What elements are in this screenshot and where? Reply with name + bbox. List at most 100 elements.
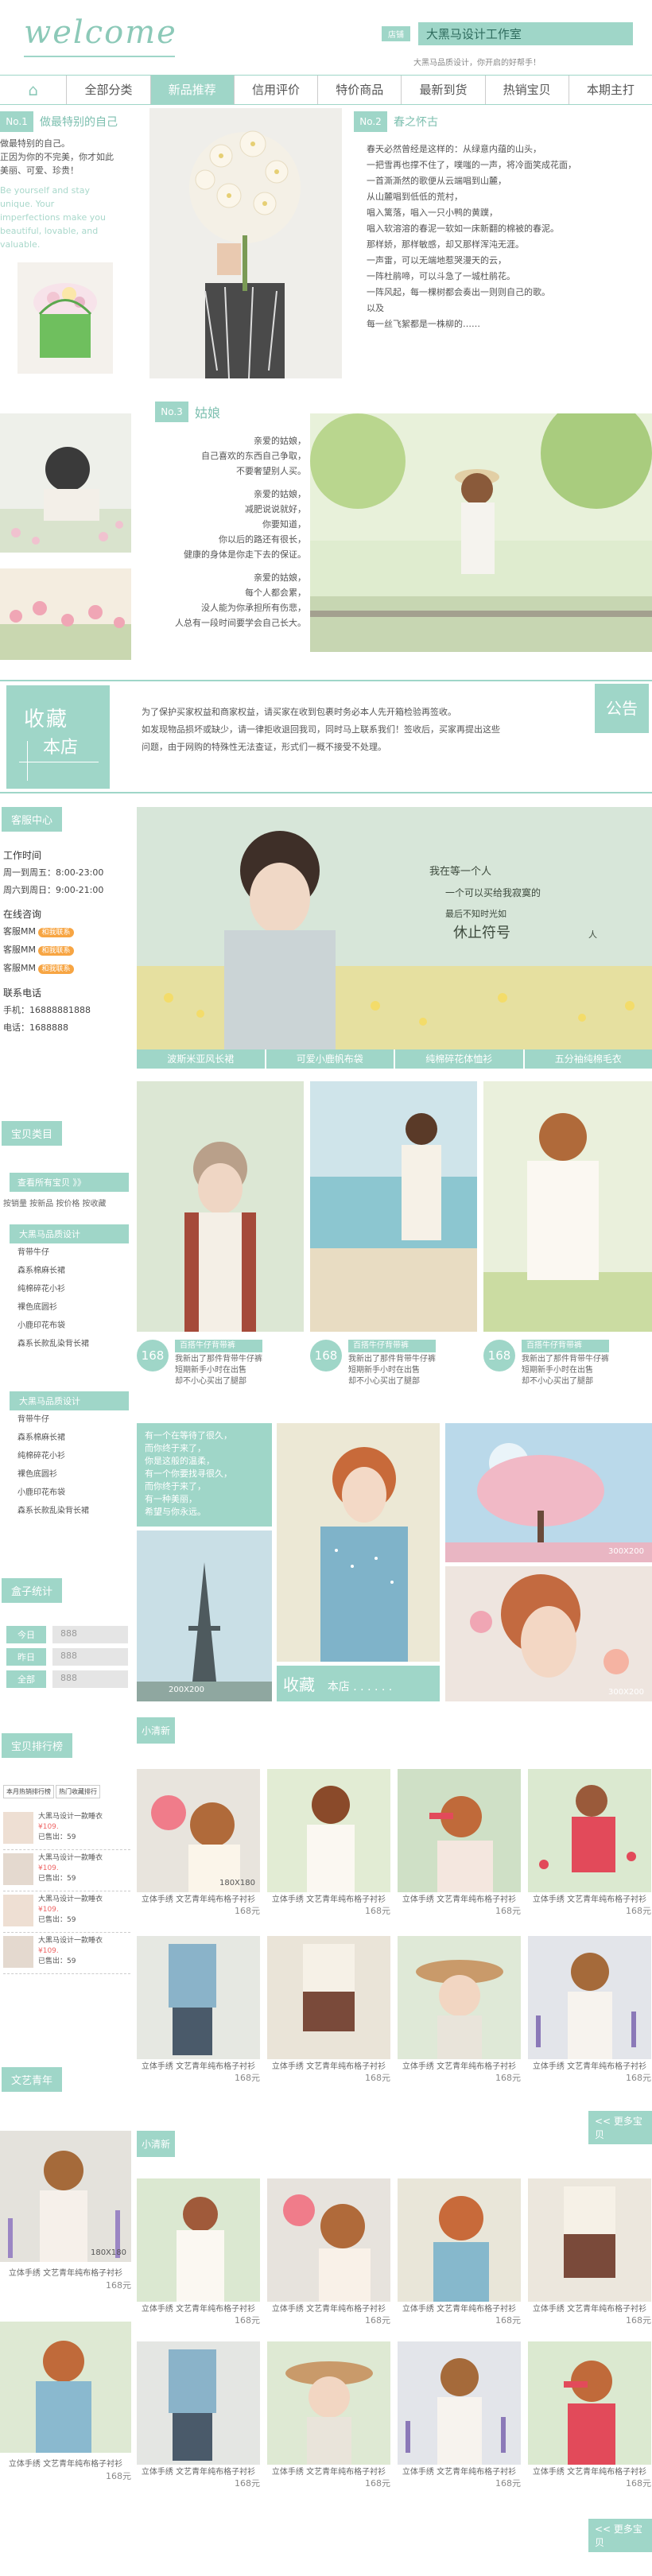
product-thumb [528, 1769, 651, 1892]
feature3-line: 没人能为你承担所有伤悲， [201, 603, 306, 613]
ranking-tab[interactable]: 热门收藏排行 [56, 1785, 100, 1798]
park-girl-photo[interactable] [310, 413, 652, 652]
product-caption: 立体手绣 文艺青年纯布格子衬衫 [141, 1895, 256, 1904]
product-photo[interactable]: 180X180 [0, 2131, 131, 2262]
category-item[interactable]: 森系长款乱染背长裙 [17, 1502, 129, 1520]
nav-featured[interactable]: 本期主打 [569, 76, 652, 104]
nav-new-arrivals[interactable]: 新品推荐 [150, 76, 235, 104]
category-item[interactable]: 小鹿印花布袋 [17, 1484, 129, 1502]
ranking-tab[interactable]: 本月热销排行榜 [3, 1785, 54, 1798]
category-item[interactable]: 裸色底圆衫 [17, 1465, 129, 1484]
product-card[interactable]: 180X180 立体手绣 文艺青年纯布格子衬衫 168元 [137, 1769, 260, 1917]
product-photo[interactable] [310, 1081, 477, 1332]
contact-badge[interactable]: 和我联系 [38, 928, 74, 937]
product-card[interactable]: 立体手绣 文艺青年纯布格子衬衫 168元 [398, 2178, 521, 2326]
price-circle: 168 [310, 1340, 342, 1371]
sort-links[interactable]: 按销量 按新品 按价格 按收藏 [3, 1197, 107, 1208]
product-card[interactable]: 立体手绣 文艺青年纯布格子衬衫 168元 [398, 1769, 521, 1917]
contact-badge[interactable]: 和我联系 [38, 946, 74, 956]
product-card[interactable]: 立体手绣 文艺青年纯布格子衬衫 168元 [267, 1769, 390, 1917]
category-group-title[interactable]: 大黑马品质设计 [10, 1224, 129, 1243]
product-card[interactable]: 立体手绣 文艺青年纯布格子衬衫 168元 [137, 2178, 260, 2326]
product-price: 168元 [626, 2478, 651, 2489]
ranking-item[interactable]: 大黑马设计一款睡衣 ¥109. 已售出：59 [3, 1891, 130, 1933]
banner-tab[interactable]: 可爱小鹿帆布袋 [266, 1049, 394, 1069]
notice-line: 为了保护买家权益和商家权益，请买家在收到包裹时务必本人先开箱检验再签收。 [142, 707, 456, 717]
store-name[interactable]: 大黑马设计工作室 [417, 22, 633, 45]
product-photo[interactable] [0, 2322, 131, 2453]
nav-reviews[interactable]: 信用评价 [235, 76, 319, 104]
product-desc: 我新出了那件背带牛仔裤 [175, 1355, 262, 1364]
category-item[interactable]: 森系棉麻长裙 [17, 1262, 129, 1280]
product-name-tag[interactable]: 百搭牛仔背带裤 [522, 1340, 609, 1352]
ranking-item[interactable]: 大黑马设计一款睡衣 ¥109. 已售出：59 [3, 1933, 130, 1974]
product-name-tag[interactable]: 百搭牛仔背带裤 [175, 1340, 262, 1352]
category-item[interactable]: 森系长款乱染背长裙 [17, 1335, 129, 1353]
product-card[interactable]: 立体手绣 文艺青年纯布格子衬衫 168元 [528, 1769, 651, 1917]
category-item[interactable]: 纯棉碎花小衫 [17, 1280, 129, 1298]
product-desc: 却不小心买出了腿部 [348, 1377, 420, 1386]
banner-tab[interactable]: 纯棉碎花体恤衫 [395, 1049, 523, 1069]
feature1-num: No.1 [0, 111, 33, 132]
product-card[interactable]: 立体手绣 文艺青年纯布格子衬衫 168元 [137, 2341, 260, 2489]
product-card[interactable]: 立体手绣 文艺青年纯布格子衬衫 168元 [398, 2341, 521, 2489]
category-item[interactable]: 森系棉麻长裙 [17, 1429, 129, 1447]
store-slogan: 大黑马品质设计，你开启的好帮手！ [413, 59, 541, 68]
nav-latest[interactable]: 最新到货 [402, 76, 486, 104]
ranking-sold: 已售出：59 [38, 1875, 76, 1883]
feature3-line: 减肥说说就好， [245, 504, 306, 514]
ranking-item[interactable]: 大黑马设计一款睡衣 ¥109. 已售出：59 [3, 1809, 130, 1850]
product-card[interactable]: 立体手绣 文艺青年纯布格子衬衫 168元 [267, 2178, 390, 2326]
size-label: 180X180 [219, 1879, 255, 1887]
product-card[interactable]: 立体手绣 文艺青年纯布格子衬衫 168元 [398, 1936, 521, 2084]
feature1-line: 做最特别的自己。 [0, 138, 70, 149]
view-all-button[interactable]: 查看所有宝贝 》》 [10, 1173, 129, 1192]
ranking-item[interactable]: 大黑马设计一款睡衣 ¥109. 已售出：59 [3, 1850, 130, 1891]
product-name-tag[interactable]: 百搭牛仔背带裤 [348, 1340, 436, 1352]
category-item[interactable]: 背带牛仔 [17, 1410, 129, 1429]
category-group-title[interactable]: 大黑马品质设计 [10, 1391, 129, 1410]
eiffel-photo[interactable]: 200X200 [137, 1530, 272, 1701]
redhead-girl-photo[interactable] [277, 1423, 440, 1662]
feature2-line: 一阵风起，每一棵树都会奏出一则则自己的歌。 [367, 287, 550, 297]
pink-tree-photo[interactable]: 300X200 [445, 1423, 652, 1562]
nav-home-icon[interactable]: ⌂ [0, 76, 68, 104]
product-card[interactable]: 立体手绣 文艺青年纯布格子衬衫 168元 [528, 2341, 651, 2489]
nav-hot[interactable]: 热销宝贝 [486, 76, 569, 104]
product-thumb [267, 1769, 390, 1892]
collect-store-banner[interactable]: 收藏 本店 . . . . . . [277, 1666, 440, 1701]
product-card[interactable]: 立体手绣 文艺青年纯布格子衬衫 168元 [528, 2178, 651, 2326]
product-caption: 立体手绣 文艺青年纯布格子衬衫 [402, 2305, 517, 2314]
product-caption: 立体手绣 文艺青年纯布格子衬衫 [402, 2468, 517, 2477]
collect-store-box[interactable]: 收藏 本店 [6, 685, 110, 789]
product-card[interactable]: 立体手绣 文艺青年纯布格子衬衫 168元 [528, 1936, 651, 2084]
nav-special-offers[interactable]: 特价商品 [318, 76, 402, 104]
more-button[interactable]: << 更多宝贝 [588, 2111, 652, 2144]
size-label: 300X200 [607, 1547, 644, 1556]
ranking-price: ¥109. [38, 1823, 59, 1831]
category-item[interactable]: 裸色底圆衫 [17, 1298, 129, 1317]
banner-tab[interactable]: 波斯米亚风长裙 [137, 1049, 265, 1069]
product-photo[interactable] [483, 1081, 652, 1332]
feature3-num: No.3 [155, 402, 188, 422]
ranking-title: 宝贝排行榜 [2, 1733, 73, 1758]
logo[interactable]: welcome [24, 14, 183, 62]
notice-line: 问题，由于网购的特殊性无法查证，形式们一概不接受不处理。 [142, 742, 386, 752]
category-item[interactable]: 背带牛仔 [17, 1243, 129, 1262]
product-price: 168元 [235, 2315, 260, 2326]
category-item[interactable]: 纯棉碎花小衫 [17, 1447, 129, 1465]
calligraphy-line: 人 [588, 929, 597, 940]
banner-tab[interactable]: 五分袖纯棉毛衣 [524, 1049, 652, 1069]
product-grid: 立体手绣 文艺青年纯布格子衬衫 168元 立体手绣 文艺青年纯布格子衬衫 168… [137, 2178, 652, 2544]
bouquet-girl-photo[interactable] [149, 108, 342, 378]
more-button[interactable]: << 更多宝贝 [588, 2519, 652, 2552]
product-card[interactable]: 立体手绣 文艺青年纯布格子衬衫 168元 [137, 1936, 260, 2084]
product-card[interactable]: 立体手绣 文艺青年纯布格子衬衫 168元 [267, 1936, 390, 2084]
product-caption: 立体手绣 文艺青年纯布格子衬衫 [532, 2062, 647, 2071]
nav-all-categories[interactable]: 全部分类 [67, 76, 151, 104]
product-photo[interactable] [137, 1081, 304, 1332]
product-card[interactable]: 立体手绣 文艺青年纯布格子衬衫 168元 [267, 2341, 390, 2489]
flower-hair-girl-photo[interactable]: 300X200 [445, 1566, 652, 1701]
category-item[interactable]: 小鹿印花布袋 [17, 1317, 129, 1335]
contact-badge[interactable]: 和我联系 [38, 964, 74, 974]
